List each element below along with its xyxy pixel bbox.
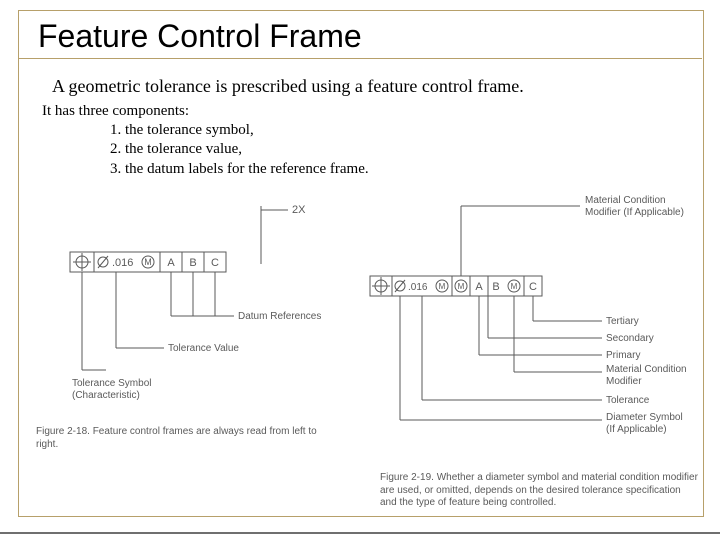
label-mcm-top-sub: Modifier (If Applicable) xyxy=(585,207,684,218)
components-list: It has three components: 1. the toleranc… xyxy=(42,102,369,179)
label-primary: Primary xyxy=(606,350,640,361)
label-secondary: Secondary xyxy=(606,333,654,344)
list-item: 1. the tolerance symbol, xyxy=(110,121,369,140)
label-tolerance: Tolerance xyxy=(606,395,650,406)
bottom-rule xyxy=(0,532,720,534)
datum-b: B xyxy=(492,281,499,293)
label-diameter: Diameter Symbol xyxy=(606,412,683,423)
svg-text:M: M xyxy=(458,282,465,291)
two-x-label: 2X xyxy=(292,204,306,216)
label-datum-refs: Datum References xyxy=(238,311,321,322)
title-underline xyxy=(18,58,702,59)
datum-a: A xyxy=(475,281,483,293)
figure-caption-left: Figure 2-18. Feature control frames are … xyxy=(36,426,336,451)
fcf-diagram-left: .016 M A B C 2X Datum References Toleran… xyxy=(36,200,356,430)
datum-b: B xyxy=(189,257,196,269)
svg-text:M: M xyxy=(144,257,152,267)
svg-text:M: M xyxy=(439,282,446,291)
page-title: Feature Control Frame xyxy=(38,18,368,55)
datum-a: A xyxy=(167,257,175,269)
tolerance-value: .016 xyxy=(112,257,133,269)
figure-caption-right: Figure 2-19. Whether a diameter symbol a… xyxy=(380,472,700,510)
tolerance-value: .016 xyxy=(408,282,428,293)
svg-text:M: M xyxy=(511,282,518,291)
list-item: 3. the datum labels for the reference fr… xyxy=(110,160,369,179)
label-mcm: Material Condition xyxy=(606,364,687,375)
datum-c: C xyxy=(529,281,537,293)
list-lead: It has three components: xyxy=(42,102,369,121)
datum-c: C xyxy=(211,257,219,269)
fcf-diagram-right: .016 M M A B M C Material Condition Modi… xyxy=(360,176,710,476)
label-diameter-sub: (If Applicable) xyxy=(606,424,667,435)
label-tolerance-symbol: Tolerance Symbol xyxy=(72,378,151,389)
intro-text: A geometric tolerance is prescribed usin… xyxy=(52,76,524,97)
label-mcm-top: Material Condition xyxy=(585,195,666,206)
list-item: 2. the tolerance value, xyxy=(110,140,369,159)
label-tolerance-symbol-sub: (Characteristic) xyxy=(72,390,140,401)
label-mcm-sub: Modifier xyxy=(606,376,642,387)
label-tolerance-value: Tolerance Value xyxy=(168,343,239,354)
label-tertiary: Tertiary xyxy=(606,316,639,327)
